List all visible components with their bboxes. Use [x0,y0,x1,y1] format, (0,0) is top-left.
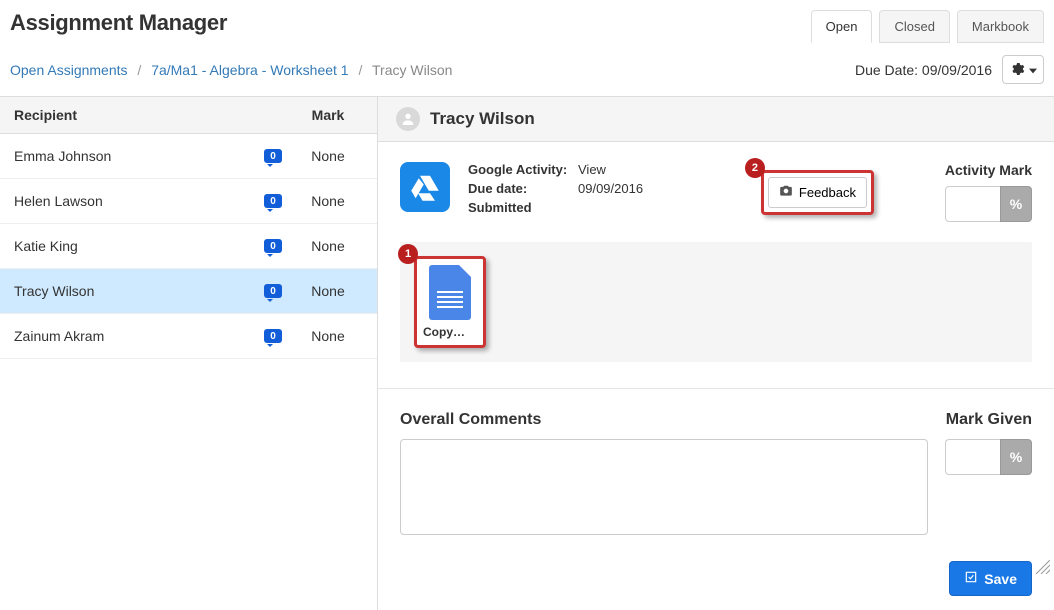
recipient-row[interactable]: Tracy Wilson 0 None [0,269,377,314]
google-drive-icon [400,162,450,212]
recipient-mark: None [293,328,363,344]
gear-icon [1009,61,1025,80]
recipient-row[interactable]: Emma Johnson 0 None [0,134,377,179]
comment-bubble-icon[interactable]: 0 [264,149,282,163]
document-label: Copy… [423,325,477,339]
save-button[interactable]: Save [949,561,1032,596]
feedback-button[interactable]: Feedback [768,177,867,208]
overall-comments-label: Overall Comments [400,411,541,429]
comment-bubble-icon[interactable]: 0 [264,329,282,343]
google-doc-icon [429,265,471,320]
breadcrumb-assignment[interactable]: 7a/Ma1 - Algebra - Worksheet 1 [151,62,348,78]
overall-comments-input[interactable] [400,439,928,535]
callout-highlight: Copy… [414,256,486,348]
recipient-row[interactable]: Katie King 0 None [0,224,377,269]
recipient-mark: None [293,193,363,209]
callout-highlight: Feedback [761,170,874,215]
tab-markbook[interactable]: Markbook [957,10,1044,43]
col-recipient: Recipient [14,107,293,123]
recipient-name: Tracy Wilson [14,283,253,299]
resize-handle-icon [1036,560,1050,577]
camera-icon [779,184,793,201]
recipient-name: Helen Lawson [14,193,253,209]
recipient-mark: None [293,283,363,299]
recipient-name: Zainum Akram [14,328,253,344]
mark-given-label: Mark Given [946,411,1032,429]
breadcrumb-open[interactable]: Open Assignments [10,62,128,78]
comment-bubble-icon[interactable]: 0 [264,284,282,298]
col-mark: Mark [293,107,363,123]
recipient-mark: None [293,148,363,164]
recipient-mark: None [293,238,363,254]
tab-open[interactable]: Open [811,10,873,43]
callout-badge-2: 2 [745,158,765,178]
callout-badge-1: 1 [398,244,418,264]
check-icon [964,570,978,587]
recipient-name: Emma Johnson [14,148,253,164]
view-link[interactable]: View [578,162,606,177]
page-title: Assignment Manager [10,10,227,36]
comment-bubble-icon[interactable]: 0 [264,239,282,253]
tab-closed[interactable]: Closed [879,10,949,43]
mark-given-input[interactable] [945,439,1000,475]
caret-down-icon [1029,63,1037,78]
breadcrumb: Open Assignments / 7a/Ma1 - Algebra - Wo… [10,62,452,78]
avatar [396,107,420,131]
comment-bubble-icon[interactable]: 0 [264,194,282,208]
recipient-row[interactable]: Zainum Akram 0 None [0,314,377,359]
student-name: Tracy Wilson [430,109,535,129]
recipients-sidebar: Recipient Mark Emma Johnson 0 None Helen… [0,97,378,610]
activity-mark-label: Activity Mark [912,162,1032,178]
recipient-name: Katie King [14,238,253,254]
percent-suffix: % [1000,186,1032,222]
activity-mark-input[interactable] [945,186,1000,222]
percent-suffix: % [1000,439,1032,475]
activity-details: Google Activity: View Due date: 09/09/20… [468,162,698,219]
breadcrumb-current: Tracy Wilson [372,62,452,78]
due-date: Due Date: 09/09/2016 [855,62,992,78]
tab-group: Open Closed Markbook [811,10,1044,43]
document-thumbnail[interactable]: Copy… [423,265,477,339]
recipient-row[interactable]: Helen Lawson 0 None [0,179,377,224]
settings-button[interactable] [1002,55,1044,84]
